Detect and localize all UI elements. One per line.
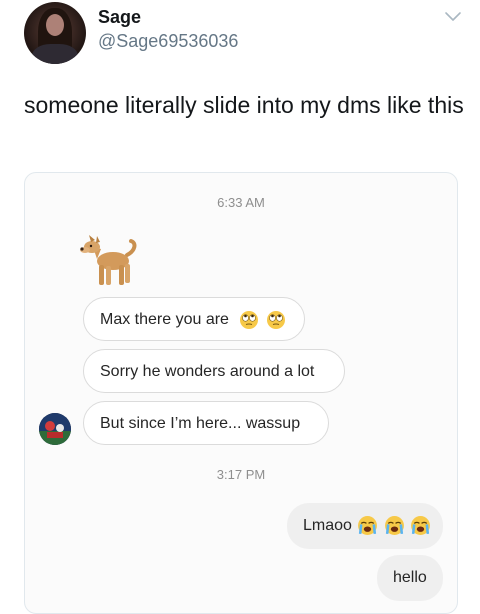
dog-emoji: [80, 235, 137, 285]
dm-screenshot: 6:33 AM Max there you are Sorry he wonde…: [24, 172, 458, 614]
timestamp: 3:17 PM: [216, 467, 266, 482]
message-bubble-sent[interactable]: Lmaoo: [287, 503, 443, 549]
loudly-crying-face-emoji: [384, 516, 404, 536]
message-text: Sorry he wonders around a lot: [100, 363, 315, 380]
message-bubble-received[interactable]: Sorry he wonders around a lot: [83, 349, 345, 393]
message-text: But since I’m here... wassup: [100, 415, 301, 432]
avatar-face: [46, 14, 64, 36]
message-bubble-sent[interactable]: hello: [377, 555, 443, 601]
chevron-down-icon[interactable]: [444, 10, 462, 24]
loudly-crying-face-emoji: [358, 516, 378, 536]
sender-avatar-image: [39, 413, 71, 445]
message-text: hello: [393, 569, 427, 586]
message-text: Max there you are: [100, 311, 229, 328]
tweet-text: someone literally slide into my dms like…: [24, 92, 464, 118]
sender-avatar[interactable]: [39, 413, 71, 445]
timestamp: 6:33 AM: [217, 195, 265, 210]
message-text: Lmaoo: [303, 517, 352, 534]
user-handle[interactable]: @Sage69536036: [98, 31, 238, 52]
face-with-rolling-eyes-emoji: [240, 310, 259, 329]
profile-avatar[interactable]: [24, 2, 86, 64]
avatar-shirt: [32, 44, 78, 64]
face-with-rolling-eyes-emoji: [266, 310, 285, 329]
display-name[interactable]: Sage: [98, 7, 141, 28]
loudly-crying-face-emoji: [411, 516, 431, 536]
message-bubble-received[interactable]: But since I’m here... wassup: [83, 401, 329, 445]
message-bubble-received[interactable]: Max there you are: [83, 297, 305, 341]
